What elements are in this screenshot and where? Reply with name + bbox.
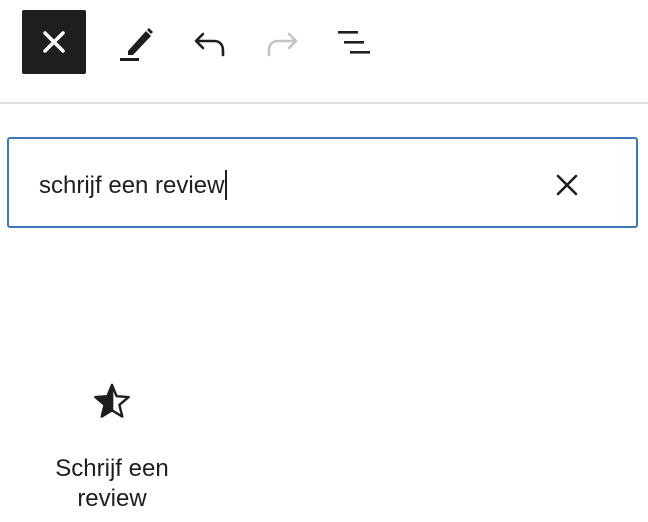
list-view-icon [338, 31, 370, 54]
block-result-item[interactable]: Schrijf een review [32, 366, 192, 522]
search-input-value: schrijf een review [39, 172, 225, 199]
half-star-icon [90, 380, 134, 424]
tools-button[interactable] [112, 18, 160, 66]
close-icon [43, 31, 65, 53]
list-view-button[interactable] [330, 18, 378, 66]
close-icon [556, 174, 578, 196]
clear-search-button[interactable] [545, 163, 589, 207]
text-caret [225, 169, 228, 200]
close-inserter-button[interactable] [22, 10, 86, 74]
redo-button[interactable] [258, 18, 306, 66]
redo-icon [267, 32, 298, 57]
editor-toolbar [0, 0, 648, 104]
block-search-field[interactable]: schrijf een review [7, 137, 638, 228]
search-input[interactable]: schrijf een review [39, 169, 228, 203]
undo-button[interactable] [186, 18, 234, 66]
pencil-icon [120, 28, 153, 61]
undo-icon [194, 32, 225, 57]
block-result-label: Schrijf een review [55, 455, 169, 512]
